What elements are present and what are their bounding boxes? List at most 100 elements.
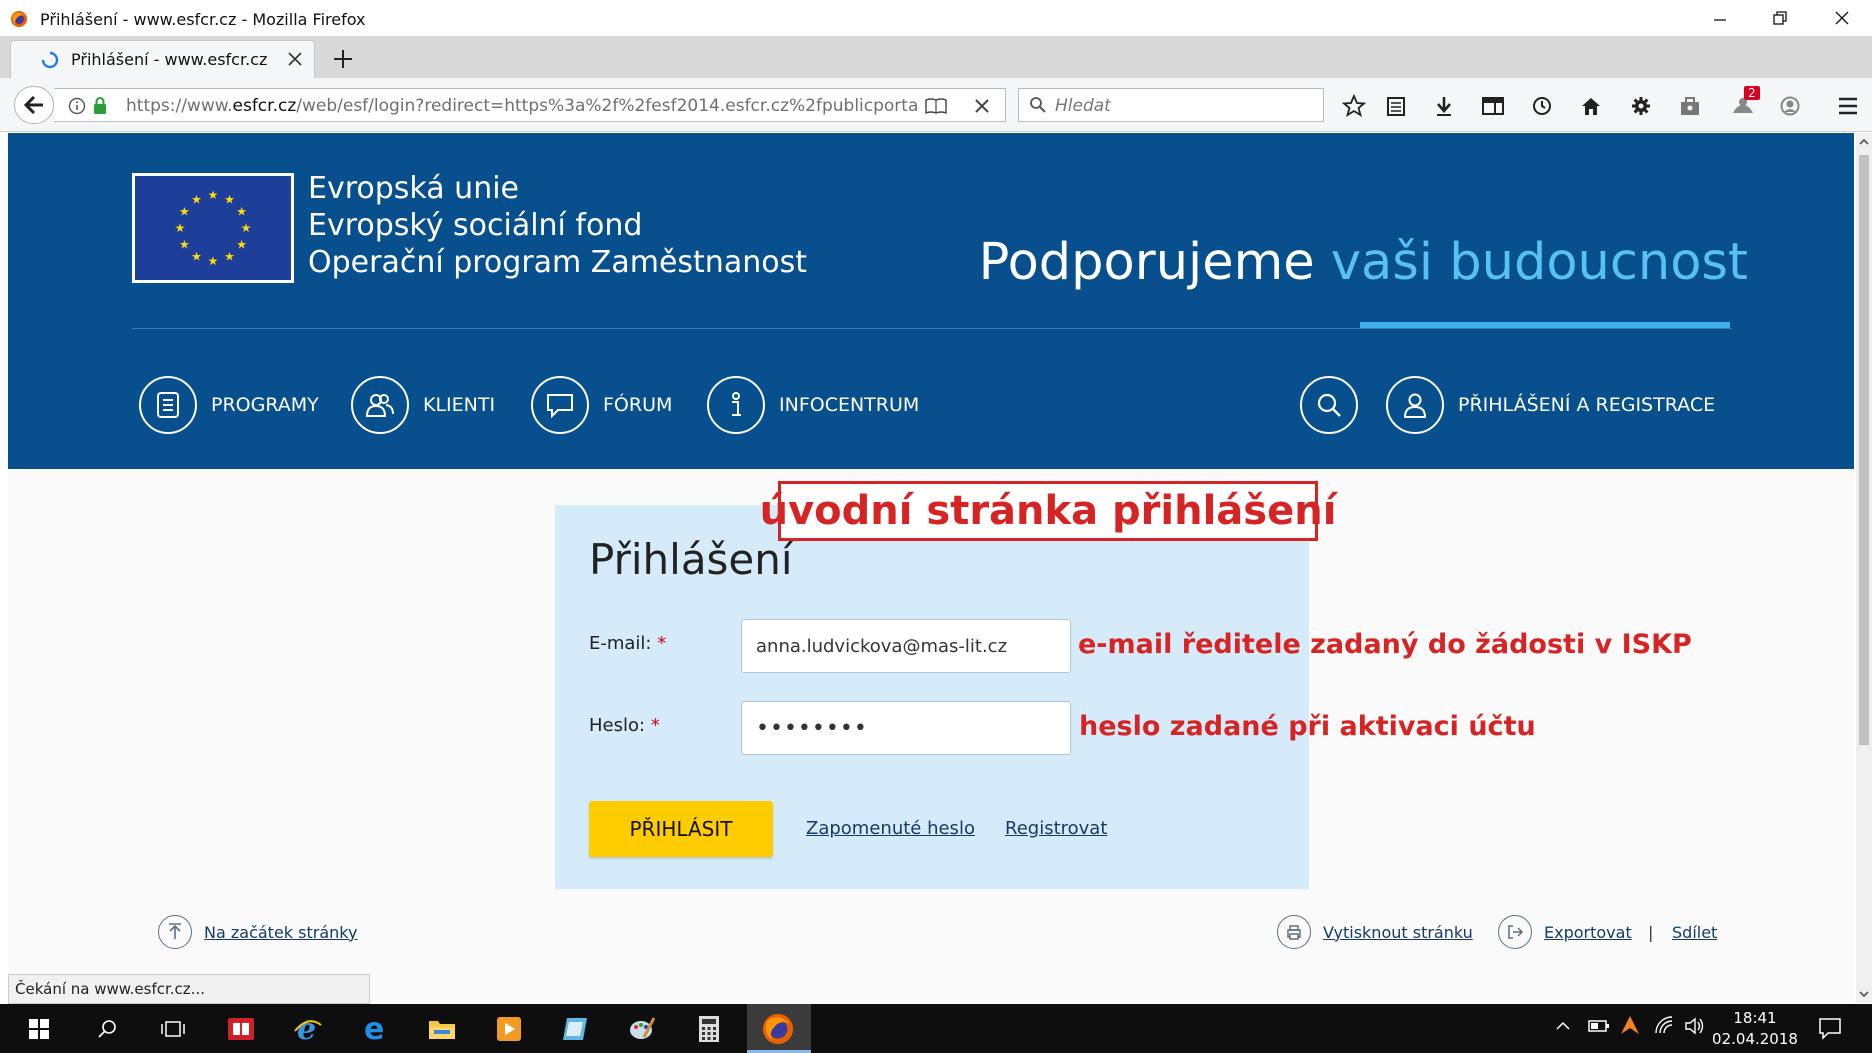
minimize-button[interactable] [1690, 0, 1750, 36]
eu-star: ★ [241, 221, 252, 235]
action-center-icon[interactable] [1818, 1016, 1842, 1040]
taskbar-clock[interactable]: 18:41 02.04.2018 [1710, 1008, 1800, 1050]
calculator-icon[interactable] [690, 1010, 728, 1048]
history-icon[interactable] [1528, 92, 1556, 120]
page-content: ★ ★ ★ ★ ★ ★ ★ ★ ★ ★ ★ ★ Evropská unie Evropský soci… [8, 133, 1854, 1003]
home-icon[interactable] [1577, 92, 1605, 120]
info-icon [707, 376, 765, 434]
eu-star: ★ [175, 221, 186, 235]
url-text[interactable]: https://www.esfcr.cz/web/esf/login?redir… [126, 96, 918, 116]
wifi-icon[interactable] [1654, 1015, 1674, 1035]
close-tab-icon[interactable] [285, 49, 305, 69]
bookmark-star-icon[interactable] [1340, 92, 1368, 120]
nav-programy[interactable]: PROGRAMY [139, 375, 319, 435]
account-icon[interactable] [1776, 92, 1804, 120]
export-icon [1498, 915, 1532, 949]
page-scrollbar[interactable] [1856, 133, 1872, 1003]
download-icon[interactable] [1430, 92, 1458, 120]
print-page-link[interactable]: Vytisknout stránku [1277, 915, 1473, 949]
scroll-down-icon[interactable] [1859, 989, 1869, 999]
close-window-button[interactable] [1812, 0, 1872, 36]
windows-start-icon[interactable] [20, 1010, 58, 1048]
nav-toolbar: https://www.esfcr.cz/web/esf/login?redir… [0, 78, 1872, 132]
eu-star: ★ [191, 192, 202, 206]
stop-loading-icon[interactable] [974, 98, 990, 114]
search-icon [1300, 376, 1358, 434]
email-field[interactable]: anna.ludvickova@mas-lit.cz [741, 619, 1071, 673]
eu-star: ★ [236, 205, 247, 219]
arrow-up-icon [158, 915, 192, 949]
footer-separator: | [1648, 923, 1654, 942]
scroll-thumb[interactable] [1859, 155, 1869, 745]
briefcase-icon[interactable] [1676, 92, 1704, 120]
firefox-taskbar-button[interactable] [747, 1004, 811, 1053]
notes-app-icon[interactable] [556, 1010, 594, 1048]
eu-star: ★ [179, 238, 190, 252]
eu-star: ★ [208, 188, 219, 202]
info-icon[interactable] [68, 97, 86, 115]
eu-star: ★ [208, 254, 219, 268]
internet-explorer-icon[interactable]: e [289, 1010, 327, 1048]
nav-search-button[interactable] [1300, 375, 1358, 435]
file-explorer-icon[interactable] [423, 1010, 461, 1048]
back-button[interactable] [14, 86, 54, 124]
eu-star: ★ [236, 238, 247, 252]
menu-hamburger-icon[interactable] [1834, 92, 1862, 120]
reader-view-icon[interactable] [924, 96, 948, 116]
window-title: Přihlášení - www.esfcr.cz - Mozilla Fire… [40, 10, 366, 29]
nav-login-register[interactable]: PŘIHLÁŠENÍ A REGISTRACE [1386, 375, 1715, 435]
padlock-icon[interactable] [92, 96, 108, 116]
eu-flag-logo: ★ ★ ★ ★ ★ ★ ★ ★ ★ ★ ★ ★ [132, 173, 294, 283]
browser-tab[interactable]: Přihlášení - www.esfcr.cz [10, 40, 315, 78]
paint-app-icon[interactable] [623, 1010, 661, 1048]
header-divider [132, 328, 1732, 329]
firefox-logo-icon [10, 10, 28, 28]
bookmarks-list-icon[interactable] [1382, 92, 1410, 120]
site-header: ★ ★ ★ ★ ★ ★ ★ ★ ★ ★ ★ ★ Evropská unie Evropský soci… [8, 133, 1854, 469]
task-view-icon[interactable] [154, 1010, 192, 1048]
annotation-title: úvodní stránka přihlášení [760, 481, 1336, 541]
battery-icon[interactable] [1588, 1019, 1610, 1033]
search-bar[interactable]: Hledat [1018, 88, 1324, 122]
window-titlebar: Přihlášení - www.esfcr.cz - Mozilla Fire… [0, 0, 1872, 36]
windows-taskbar: e e 18:41 02.04.2018 [0, 1004, 1872, 1053]
scroll-up-icon[interactable] [1859, 137, 1869, 147]
notifications-icon[interactable]: 2 [1726, 86, 1762, 120]
status-bar: Čekání na www.esfcr.cz... [8, 974, 370, 1004]
tray-chevron-icon[interactable] [1556, 1021, 1570, 1031]
firefox-icon [761, 1012, 795, 1046]
eu-star: ★ [224, 192, 235, 206]
register-link[interactable]: Registrovat [1005, 818, 1107, 839]
email-label: E-mail: * [589, 633, 667, 654]
restore-button[interactable] [1750, 0, 1810, 36]
nav-forum[interactable]: FÓRUM [531, 375, 672, 435]
clock-date: 02.04.2018 [1712, 1030, 1798, 1048]
nav-infocentrum[interactable]: INFOCENTRUM [707, 375, 919, 435]
export-link[interactable]: Exportovat [1498, 915, 1632, 949]
url-bar[interactable]: https://www.esfcr.cz/web/esf/login?redir… [54, 88, 1006, 122]
header-accent-underline [1360, 322, 1730, 328]
share-link[interactable]: Sdílet [1672, 923, 1717, 942]
document-icon [139, 376, 197, 434]
avast-icon[interactable] [1619, 1014, 1641, 1036]
volume-icon[interactable] [1684, 1016, 1706, 1036]
search-icon [1029, 96, 1047, 114]
nav-klienti[interactable]: KLIENTI [351, 375, 495, 435]
search-icon[interactable] [88, 1010, 126, 1048]
back-to-top-link[interactable]: Na začátek stránky [158, 915, 357, 949]
user-icon [1386, 376, 1444, 434]
edge-icon[interactable]: e [356, 1010, 394, 1048]
settings-gear-icon[interactable] [1627, 92, 1655, 120]
svg-text:e: e [297, 1015, 316, 1043]
reader-app-icon[interactable] [222, 1010, 260, 1048]
printer-icon [1277, 915, 1311, 949]
users-icon [351, 376, 409, 434]
login-button[interactable]: PŘIHLÁSIT [589, 801, 773, 857]
forgot-password-link[interactable]: Zapomenuté heslo [806, 818, 975, 839]
login-title: Přihlášení [589, 535, 793, 584]
new-tab-button[interactable] [330, 46, 356, 72]
loading-spinner-icon [41, 51, 59, 69]
password-field[interactable]: •••••••• [741, 701, 1071, 755]
sidebar-icon[interactable] [1479, 92, 1507, 120]
media-player-icon[interactable] [490, 1010, 528, 1048]
